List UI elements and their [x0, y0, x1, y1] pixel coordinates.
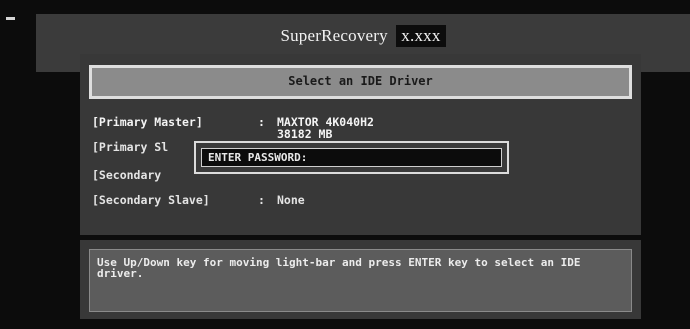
- drive-slot-label: [Secondary Slave]: [92, 193, 210, 207]
- help-panel: Use Up/Down key for moving light-bar and…: [80, 240, 641, 319]
- password-field[interactable]: ENTER PASSWORD:: [201, 148, 502, 167]
- drive-row-primary-slave[interactable]: [Primary Sl: [92, 140, 202, 156]
- help-text: Use Up/Down key for moving light-bar and…: [97, 256, 581, 280]
- drive-separator: :: [258, 115, 265, 129]
- password-dialog: ENTER PASSWORD:: [194, 141, 509, 174]
- corner-dash-mark: [6, 17, 15, 20]
- drive-row-secondary-master[interactable]: [Secondary: [92, 168, 202, 184]
- drive-slot-label: [Secondary: [92, 168, 162, 182]
- drive-slot-label: [Primary Master]: [92, 115, 203, 129]
- bios-screen: SuperRecovery x.xxx Select an IDE Driver…: [0, 0, 690, 329]
- panel-header-label: Select an IDE Driver: [288, 74, 433, 88]
- password-label: ENTER PASSWORD:: [208, 151, 308, 164]
- panel-header-fill: Select an IDE Driver: [92, 68, 629, 96]
- drive-value: None: [277, 193, 305, 207]
- drive-row-primary-master[interactable]: [Primary Master] : MAXTOR 4K040H2 38182 …: [92, 115, 492, 143]
- app-name: SuperRecovery: [280, 26, 388, 45]
- panel-header: Select an IDE Driver: [89, 65, 632, 99]
- drive-row-secondary-slave[interactable]: [Secondary Slave] : None: [92, 193, 352, 209]
- app-version: x.xxx: [396, 25, 446, 47]
- password-input[interactable]: [344, 150, 494, 164]
- app-title: SuperRecovery x.xxx: [36, 25, 690, 47]
- drive-slot-label: [Primary Sl: [92, 140, 169, 154]
- drive-separator: :: [258, 193, 265, 207]
- drive-capacity: 38182 MB: [277, 127, 333, 141]
- help-box: Use Up/Down key for moving light-bar and…: [89, 249, 632, 312]
